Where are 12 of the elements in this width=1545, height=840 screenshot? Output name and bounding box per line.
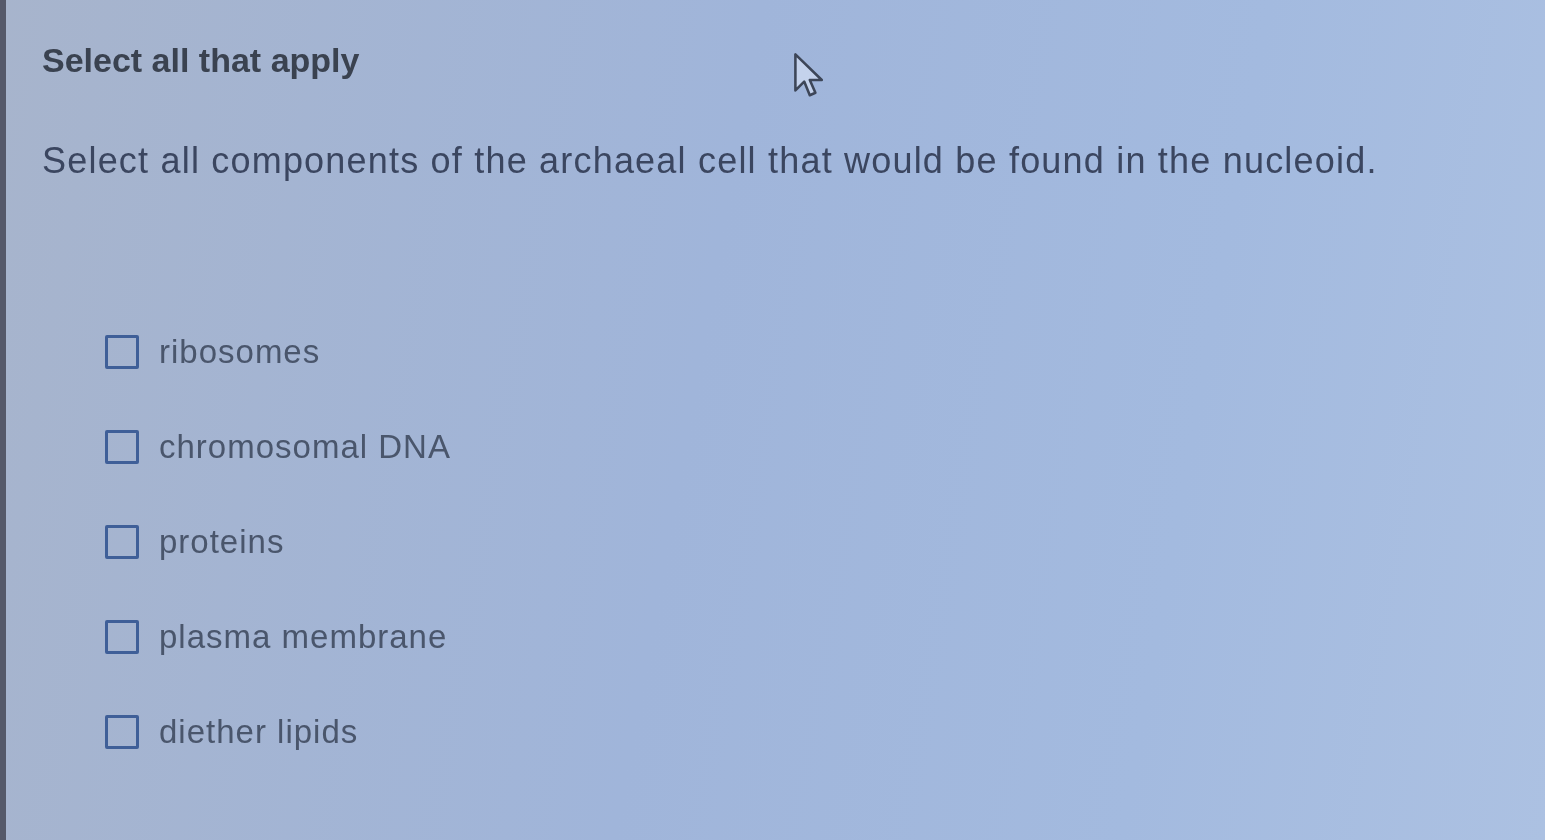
option-label[interactable]: plasma membrane: [159, 616, 448, 657]
checkbox[interactable]: [105, 619, 139, 654]
checkbox[interactable]: [105, 714, 139, 749]
option-label[interactable]: proteins: [159, 521, 285, 562]
option-label[interactable]: diether lipids: [159, 711, 359, 752]
option-label[interactable]: ribosomes: [159, 331, 321, 372]
checkbox[interactable]: [105, 429, 139, 464]
checkbox[interactable]: [105, 334, 139, 369]
option-label[interactable]: chromosomal DNA: [159, 426, 451, 467]
checkbox[interactable]: [105, 524, 139, 559]
instruction-heading: Select all that apply: [42, 40, 360, 81]
question-text: Select all components of the archaeal cell that would be found in the nucleoid.: [42, 139, 1378, 183]
